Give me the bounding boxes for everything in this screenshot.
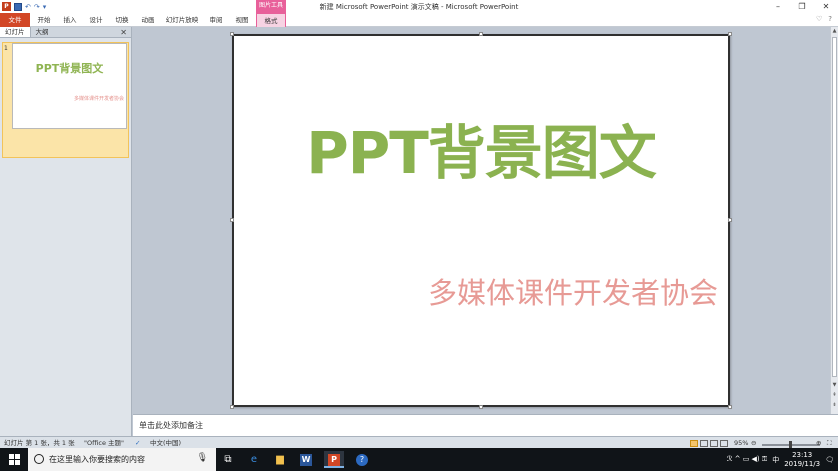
clock-time: 23:13 [792,450,813,459]
notes-placeholder[interactable]: 单击此处添加备注 [139,420,203,431]
microphone-icon[interactable]: 🎙 [197,453,208,463]
clock[interactable]: 23:13 2019/11/3 [784,451,820,469]
notes-pane[interactable]: 单击此处添加备注 [133,414,838,436]
reading-view-icon[interactable] [710,439,718,447]
tray-icons[interactable]: ℛ ^ ▭ ◀) ⚿ [727,455,767,464]
next-slide-icon[interactable]: ⇟ [831,401,838,409]
clock-date: 2019/11/3 [784,459,821,468]
search-placeholder[interactable]: 在这里输入你要搜索的内容 [49,454,145,465]
resize-handle[interactable] [479,405,483,409]
slide-thumbnail[interactable]: PPT背景图文 多媒体课件开发者协会 [12,43,127,129]
close-icon[interactable]: ✕ [814,0,838,13]
thumbnail-title: PPT背景图文 [35,62,104,75]
resize-handle[interactable] [230,32,234,36]
tab-view[interactable]: 视图 [230,13,254,27]
vertical-scrollbar[interactable]: ▲ ▼ ⇞ ⇟ [830,27,838,414]
ribbon-right-controls: ♡ ? [816,15,832,23]
tab-home[interactable]: 开始 [32,13,56,27]
slides-pane: 幻灯片 大纲 ✕ 1 PPT背景图文 多媒体课件开发者协会 [0,27,132,436]
tab-transitions[interactable]: 切换 [110,13,134,27]
resize-handle[interactable] [728,405,732,409]
slide-canvas[interactable]: PPT背景图文 多媒体课件开发者协会 [232,34,730,407]
scrollbar-thumb[interactable] [832,37,837,377]
slide-sorter-icon[interactable] [700,439,708,447]
search-icon [34,454,44,464]
zoom-level[interactable]: 95% [734,438,748,448]
tab-design[interactable]: 设计 [84,13,108,27]
slideshow-view-icon[interactable] [720,439,728,447]
view-buttons [690,438,730,448]
theme-name[interactable]: "Office 主题" [84,438,124,448]
help-icon[interactable]: ? [828,15,832,23]
prev-slide-icon[interactable]: ⇞ [831,391,838,399]
zoom-out-icon[interactable]: ⊖ [751,438,756,448]
resize-handle[interactable] [728,32,732,36]
slide-subtitle[interactable]: 多媒体课件开发者协会 [428,270,718,312]
fit-to-window-icon[interactable]: ⛶ [827,438,832,448]
system-tray: ℛ ^ ▭ ◀) ⚿ 中 23:13 2019/11/3 🗨 [727,448,838,471]
task-view-icon[interactable]: ⧉ [218,451,238,468]
ribbon-tabs: 文件 开始 插入 设计 切换 动画 幻灯片放映 审阅 视图 格式 ♡ ? [0,13,838,27]
slide-count: 幻灯片 第 1 张，共 1 张 [4,439,75,447]
windows-logo-icon [9,454,20,465]
slide-title[interactable]: PPT背景图文 [234,106,728,190]
resize-handle[interactable] [230,218,234,222]
word-app-icon[interactable]: W [296,451,316,468]
resize-handle[interactable] [728,218,732,222]
status-bar: 幻灯片 第 1 张，共 1 张 "Office 主题" ✓ 中文(中国) 95%… [0,436,838,449]
notifications-icon[interactable]: 🗨 [825,456,834,464]
window-controls: – ❐ ✕ [766,0,838,13]
resize-handle[interactable] [230,405,234,409]
tab-format[interactable]: 格式 [256,13,286,27]
slide-number: 1 [4,45,8,52]
thumbnail-subtitle: 多媒体课件开发者协会 [73,96,124,102]
start-button[interactable] [0,448,28,471]
tab-outline[interactable]: 大纲 [31,27,54,37]
ribbon-collapse-icon[interactable]: ♡ [816,15,822,23]
resize-handle[interactable] [479,32,483,36]
title-bar: P ↶ ↷ ▾ 新建 Microsoft PowerPoint 演示文稿 - M… [0,0,838,13]
spellcheck-icon[interactable]: ✓ [135,438,140,448]
help-app-icon[interactable]: ? [352,451,372,468]
slide-editing-area: PPT背景图文 多媒体课件开发者协会 [133,27,830,414]
powerpoint-app-icon[interactable]: P [324,451,344,468]
picture-tools-label: 图片工具 [256,0,286,13]
scroll-up-icon[interactable]: ▲ [831,27,838,35]
close-pane-icon[interactable]: ✕ [120,27,127,38]
window-title: 新建 Microsoft PowerPoint 演示文稿 - Microsoft… [319,3,519,11]
tab-review[interactable]: 审阅 [204,13,228,27]
taskbar-search[interactable]: 在这里输入你要搜索的内容 🎙 [28,448,216,471]
language[interactable]: 中文(中国) [150,438,181,448]
tab-file[interactable]: 文件 [0,13,30,27]
normal-view-icon[interactable] [690,439,698,447]
windows-taskbar: 在这里输入你要搜索的内容 🎙 ⧉ e ▆ W P ? ℛ ^ ▭ ◀) ⚿ 中 … [0,448,838,471]
edge-browser-icon[interactable]: e [244,451,264,468]
ime-indicator[interactable]: 中 [772,455,779,465]
minimize-icon[interactable]: – [766,0,790,13]
scroll-down-icon[interactable]: ▼ [831,381,838,389]
zoom-in-icon[interactable]: ⊕ [816,438,821,448]
tab-slideshow[interactable]: 幻灯片放映 [162,13,202,27]
restore-icon[interactable]: ❐ [790,0,814,13]
tab-slides[interactable]: 幻灯片 [0,27,31,37]
tab-animations[interactable]: 动画 [136,13,160,27]
pane-tabs: 幻灯片 大纲 ✕ [0,27,131,38]
tab-insert[interactable]: 插入 [58,13,82,27]
file-explorer-icon[interactable]: ▆ [270,451,290,468]
